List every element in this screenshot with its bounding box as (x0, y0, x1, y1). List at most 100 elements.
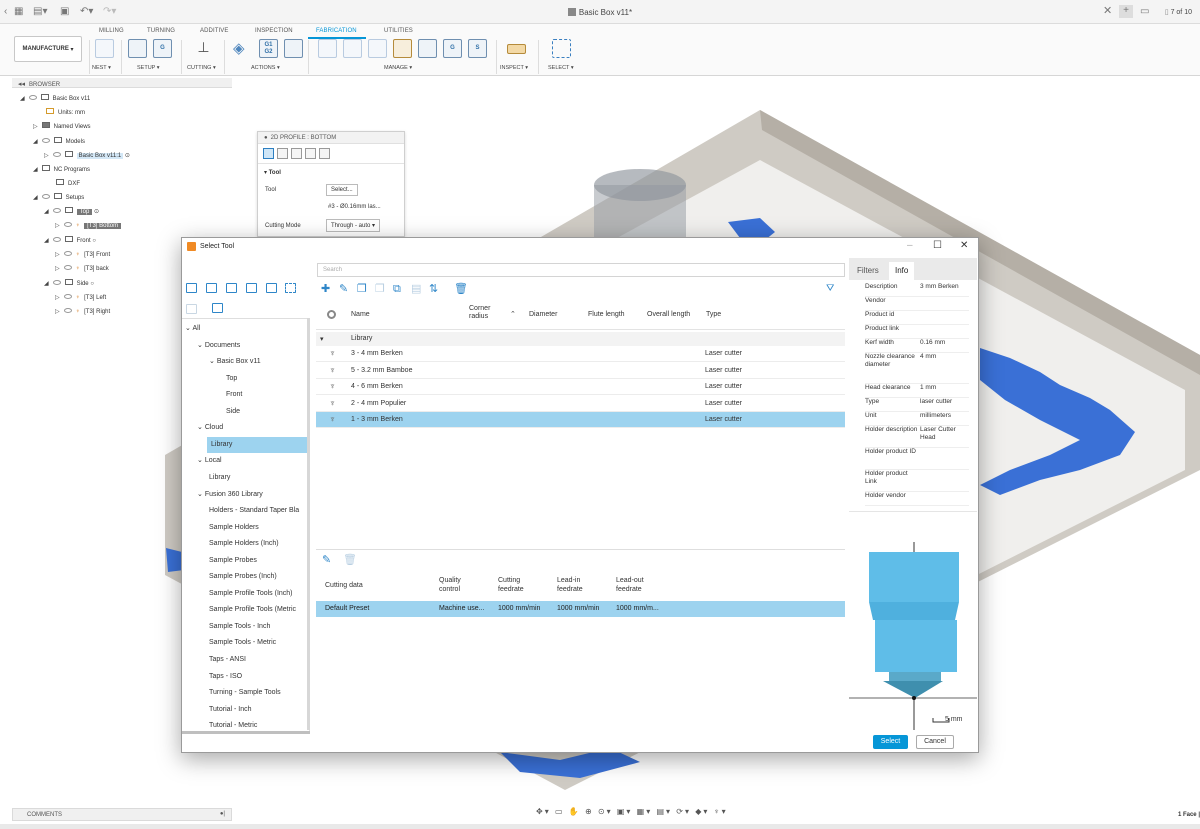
comments-toggle-icon[interactable]: ●| (220, 811, 225, 817)
library-tree-item[interactable]: Taps - ISO (182, 669, 309, 685)
column-cutting-feedrate[interactable]: Cutting feedrate (498, 576, 538, 594)
nest-icon[interactable] (95, 39, 114, 58)
new-library-icon[interactable] (186, 283, 197, 293)
browser-setup-top[interactable]: ◢ Top ⊙ (44, 207, 99, 217)
browser-op-right[interactable]: ▷ ♆ [T3] Right (55, 307, 110, 317)
tool-section-header[interactable]: ▾ Tool (264, 169, 281, 176)
tab-geometry-icon[interactable] (277, 148, 288, 159)
browser-dxf[interactable]: DXF (56, 179, 80, 189)
cutting-tool-icon[interactable]: ⊥ (194, 39, 213, 58)
column-name[interactable]: Name (351, 311, 370, 319)
cutting-preset-row[interactable]: Default Preset Machine use... 1000 mm/mi… (316, 601, 845, 617)
tab-counter[interactable]: ▯ 7 of 10 (1165, 8, 1192, 16)
chevron-down-icon[interactable]: ⌄ (209, 358, 217, 365)
tab-passes-icon[interactable] (305, 148, 316, 159)
import-library-icon[interactable] (266, 283, 277, 293)
library-tree-scrollbar[interactable] (307, 318, 310, 730)
browser-root[interactable]: ◢ Basic Box v11 (20, 94, 90, 104)
holder-icon[interactable]: ▤ (411, 283, 421, 295)
library-tree-item[interactable]: Sample Holders (Inch) (182, 536, 309, 552)
duplicate-tool-icon[interactable]: ❐ (357, 283, 367, 295)
chevron-down-icon[interactable]: ⌄ (197, 424, 205, 431)
group-inspect[interactable]: INSPECT ▾ (500, 65, 528, 71)
column-quality-control[interactable]: Quality control (439, 576, 479, 594)
edit-preset-icon[interactable]: ✎ (322, 554, 331, 566)
manage-tool-faded-icon[interactable] (318, 39, 337, 58)
browser-setup-side[interactable]: ◢ Side ○ (44, 279, 94, 289)
browser-header[interactable]: ◂◂ BROWSER (12, 78, 232, 88)
visibility-eye-icon[interactable] (52, 208, 61, 213)
tab-inspection[interactable]: INSPECTION (255, 28, 293, 34)
copy-tool-icon[interactable]: ⧉ (393, 283, 401, 295)
renumber-icon[interactable] (285, 283, 296, 293)
rename-library-icon[interactable] (186, 304, 197, 314)
appearance-icon[interactable]: ◆▾ (695, 807, 709, 816)
cutting-mode-select[interactable]: Through - auto ▾ (326, 219, 381, 232)
select-tool-button[interactable]: Select... (326, 184, 358, 196)
library-tree-item[interactable]: Taps - ANSI (182, 652, 309, 668)
browser-op-back[interactable]: ▷ ♆ [T3] back (55, 264, 109, 274)
zoom-window-icon[interactable]: ⊙▾ (598, 807, 613, 816)
copy-library-icon[interactable] (226, 283, 237, 293)
export-library-icon[interactable] (246, 283, 257, 293)
cancel-button[interactable]: Cancel (916, 735, 954, 749)
tool-display-icon[interactable]: ♆▾ (714, 807, 728, 816)
library-tree-item[interactable]: Sample Tools - Metric (182, 635, 309, 651)
setup-sheet-icon[interactable]: G (153, 39, 172, 58)
browser-nc-programs[interactable]: ◢ NC Programs (33, 165, 90, 175)
tab-info[interactable]: Info (889, 262, 915, 280)
browser-models[interactable]: ◢ Models (33, 137, 85, 147)
group-select[interactable]: SELECT ▾ (548, 65, 574, 71)
search-input[interactable]: Search (317, 263, 845, 277)
library-tree-item[interactable]: Front (182, 387, 309, 403)
manage-tool-faded3-icon[interactable] (368, 39, 387, 58)
tab-fabrication[interactable]: FABRICATION (316, 28, 357, 34)
template-library-icon[interactable]: S (468, 39, 487, 58)
library-tree-item[interactable]: ⌄ Fusion 360 Library (182, 487, 309, 503)
visibility-eye-icon[interactable] (28, 95, 37, 100)
visibility-eye-icon[interactable] (63, 294, 72, 299)
column-lead-in-feedrate[interactable]: Lead-in feedrate (557, 576, 597, 594)
orbit-icon[interactable]: ✥▾ (536, 807, 551, 816)
library-tree-item[interactable]: ⌄ Cloud (182, 420, 309, 436)
library-tree-item[interactable]: Sample Probes (182, 553, 309, 569)
minimize-icon[interactable]: – (907, 240, 913, 251)
machine-library-icon[interactable] (418, 39, 437, 58)
workspace-switcher-button[interactable]: MANUFACTURE ▾ (14, 36, 82, 62)
clear-filter-icon[interactable]: ⛛ (826, 283, 834, 294)
group-nest[interactable]: NEST ▾ (92, 65, 111, 71)
chevron-down-icon[interactable]: ⌄ (197, 457, 205, 464)
column-diameter[interactable]: Diameter (529, 311, 557, 319)
visibility-eye-icon[interactable] (63, 308, 72, 313)
effects-icon[interactable]: ⟳▾ (676, 807, 691, 816)
setup-sheet-list-icon[interactable] (284, 39, 303, 58)
tab-heights-icon[interactable] (291, 148, 302, 159)
tool-row[interactable]: ♆ 2 - 4 mm Populier Laser cutter (316, 396, 845, 412)
delete-preset-icon[interactable]: 🗑 (343, 554, 357, 566)
tool-library-icon[interactable] (393, 39, 412, 58)
browser-setups[interactable]: ◢ Setups (33, 193, 84, 203)
activate-radio-icon[interactable]: ○ (92, 238, 96, 244)
close-tab-icon[interactable]: ✕ (1103, 5, 1112, 17)
maximize-icon[interactable]: ☐ (933, 240, 942, 251)
manage-tool-faded2-icon[interactable] (343, 39, 362, 58)
library-tree-item[interactable]: Sample Tools - Inch (182, 619, 309, 635)
visibility-eye-icon[interactable] (41, 194, 50, 199)
browser-model-item[interactable]: ▷ Basic Box v11:1 ⊙ (44, 151, 130, 161)
edit-library-icon[interactable] (206, 283, 217, 293)
delete-tool-icon[interactable]: 🗑 (454, 283, 468, 295)
post-library-icon[interactable]: G (443, 39, 462, 58)
tool-row[interactable]: ♆ 1 - 3 mm Berken Laser cutter (316, 412, 845, 428)
chevron-down-icon[interactable]: ⌄ (197, 342, 205, 349)
tool-group-library[interactable]: ▾ Library (316, 332, 845, 346)
library-tree-item[interactable]: Sample Holders (182, 520, 309, 536)
library-tree-item[interactable]: Tutorial - Inch (182, 702, 309, 718)
activate-radio-icon[interactable]: ⊙ (125, 153, 130, 159)
group-setup[interactable]: SETUP ▾ (137, 65, 160, 71)
tool-row[interactable]: ♆ 5 - 3.2 mm Bamboe Laser cutter (316, 363, 845, 379)
tab-linking-icon[interactable] (319, 148, 330, 159)
library-tree-hscrollbar[interactable] (182, 731, 310, 734)
library-tree-item[interactable]: Turning - Sample Tools (182, 685, 309, 701)
chevron-down-icon[interactable]: ⌄ (197, 491, 205, 498)
tab-utilities[interactable]: UTILITIES (384, 28, 413, 34)
